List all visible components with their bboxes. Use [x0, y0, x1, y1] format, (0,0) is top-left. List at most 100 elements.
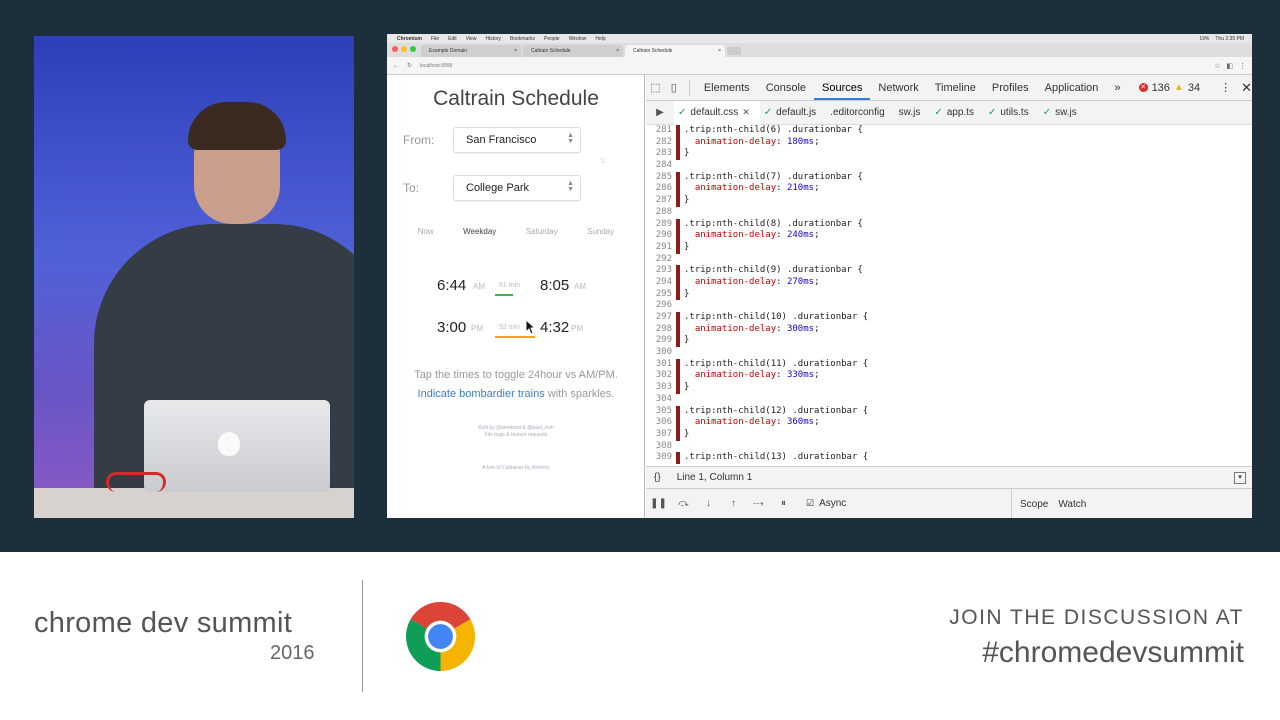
line-number[interactable]: 302: [646, 370, 676, 382]
code-line[interactable]: 307}: [646, 428, 1252, 441]
step-into-icon[interactable]: ↓: [696, 498, 721, 509]
kebab-icon[interactable]: ⋮: [1220, 81, 1231, 94]
code-line[interactable]: 288: [646, 207, 1252, 219]
line-number[interactable]: 298: [646, 324, 676, 336]
menubar-app-name[interactable]: Chromium: [397, 36, 422, 42]
fork-credit[interactable]: A fork of Caltrainer by Reiminy: [387, 465, 645, 472]
line-number[interactable]: 290: [646, 230, 676, 242]
arrive-time[interactable]: 4:32: [540, 319, 569, 336]
line-number[interactable]: 292: [646, 254, 676, 266]
line-number[interactable]: 297: [646, 312, 676, 324]
file-tab-sw-js[interactable]: sw.js: [895, 101, 931, 125]
line-number[interactable]: 299: [646, 335, 676, 347]
code-line[interactable]: 305 .trip:nth-child(12) .durationbar {: [646, 405, 1252, 418]
line-number[interactable]: 305: [646, 406, 676, 418]
file-tab-utils-ts[interactable]: ✓ utils.ts: [984, 101, 1039, 125]
navigator-toggle-icon[interactable]: ▶: [646, 107, 674, 118]
depart-time[interactable]: 6:44: [437, 277, 466, 294]
arrive-time[interactable]: 8:05: [540, 277, 569, 294]
code-line[interactable]: 303}: [646, 382, 1252, 394]
bookmark-star-icon[interactable]: ☆: [1214, 62, 1220, 70]
code-line[interactable]: 298 animation-delay: 300ms;: [646, 323, 1252, 336]
tab-now[interactable]: Now: [418, 227, 434, 236]
menubar-item-file[interactable]: File: [431, 36, 439, 42]
line-number[interactable]: 304: [646, 394, 676, 406]
code-line[interactable]: 286 animation-delay: 210ms;: [646, 183, 1252, 196]
code-line[interactable]: 283}: [646, 148, 1252, 161]
error-counter[interactable]: ✕ 136 ▲ 34: [1138, 82, 1200, 94]
menubar-item-people[interactable]: People: [544, 36, 560, 42]
line-number[interactable]: 294: [646, 277, 676, 289]
code-line[interactable]: 302 animation-delay: 330ms;: [646, 370, 1252, 383]
tab-network[interactable]: Network: [870, 82, 926, 94]
line-number[interactable]: 286: [646, 183, 676, 195]
code-line[interactable]: 300: [646, 347, 1252, 359]
code-line[interactable]: 309 .trip:nth-child(13) .durationbar {: [646, 452, 1252, 464]
line-number[interactable]: 308: [646, 441, 676, 453]
clock[interactable]: Thu 2:35 PM: [1215, 36, 1244, 42]
tab-saturday[interactable]: Saturday: [526, 227, 558, 236]
tab-close-icon[interactable]: ×: [718, 48, 721, 54]
code-line[interactable]: 304: [646, 394, 1252, 406]
file-tab-app-ts[interactable]: ✓ app.ts: [930, 101, 984, 125]
line-number[interactable]: 303: [646, 382, 676, 394]
pretty-print-button[interactable]: {}: [654, 472, 661, 483]
depart-time[interactable]: 3:00: [437, 319, 466, 336]
browser-tab[interactable]: Example Domain ×: [421, 45, 521, 57]
tab-sunday[interactable]: Sunday: [587, 227, 614, 236]
code-line[interactable]: 292: [646, 254, 1252, 266]
line-number[interactable]: 307: [646, 429, 676, 441]
deactivate-breakpoints-icon[interactable]: ⤏: [746, 498, 771, 509]
extension-icon[interactable]: ◧: [1226, 62, 1233, 70]
trip-row[interactable]: 3:00 PM 92 min 4:32 PM: [437, 319, 597, 341]
reload-icon[interactable]: ↻: [407, 62, 412, 69]
code-line[interactable]: 291}: [646, 241, 1252, 254]
code-line[interactable]: 287}: [646, 195, 1252, 207]
swap-icon[interactable]: ↑↓: [599, 155, 606, 165]
line-number[interactable]: 283: [646, 148, 676, 160]
to-select[interactable]: College Park ▲ ▼: [453, 175, 581, 201]
code-line[interactable]: 306 animation-delay: 360ms;: [646, 417, 1252, 429]
code-line[interactable]: 285 .trip:nth-child(7) .durationbar {: [646, 171, 1252, 184]
minimize-window-icon[interactable]: [401, 46, 407, 52]
pause-on-exceptions-icon[interactable]: ⏸: [771, 498, 796, 509]
step-over-icon[interactable]: ⤼: [671, 498, 696, 509]
code-line[interactable]: 284: [646, 160, 1252, 172]
from-select[interactable]: San Francisco ▲ ▼: [453, 127, 581, 153]
back-icon[interactable]: ←: [393, 63, 399, 69]
line-number[interactable]: 289: [646, 219, 676, 231]
code-line[interactable]: 308: [646, 441, 1252, 453]
more-tabs-icon[interactable]: »: [1106, 82, 1128, 94]
code-line[interactable]: 299}: [646, 335, 1252, 348]
file-tab-default-js[interactable]: ✓ default.js: [760, 101, 826, 125]
code-line[interactable]: 282 animation-delay: 180ms;: [646, 136, 1252, 149]
tab-profiles[interactable]: Profiles: [984, 82, 1037, 94]
menubar-item-help[interactable]: Help: [595, 36, 605, 42]
tab-sources[interactable]: Sources: [814, 76, 871, 100]
line-number[interactable]: 309: [646, 452, 676, 464]
async-checkbox[interactable]: ☑ Async: [806, 498, 846, 509]
line-number[interactable]: 287: [646, 195, 676, 207]
zoom-window-icon[interactable]: [410, 46, 416, 52]
trip-row[interactable]: 6:44 AM 81 min 8:05 AM: [437, 277, 597, 299]
code-line[interactable]: 294 animation-delay: 270ms;: [646, 276, 1252, 289]
close-window-icon[interactable]: [392, 46, 398, 52]
tab-close-icon[interactable]: ✕: [742, 107, 750, 118]
code-editor[interactable]: 281 .trip:nth-child(6) .durationbar {282 …: [646, 125, 1252, 466]
browser-tab[interactable]: Caltrain Schedule ×: [523, 45, 623, 57]
tab-timeline[interactable]: Timeline: [927, 82, 984, 94]
tab-scope[interactable]: Scope: [1020, 499, 1048, 510]
line-number[interactable]: 284: [646, 160, 676, 172]
line-number[interactable]: 282: [646, 137, 676, 149]
file-tab-sw-js-2[interactable]: ✓ sw.js: [1039, 101, 1087, 125]
browser-tab-active[interactable]: Caltrain Schedule ×: [625, 45, 725, 57]
file-tab-default-css[interactable]: ✓ default.css ✕: [674, 100, 760, 125]
tab-elements[interactable]: Elements: [696, 82, 758, 94]
line-number[interactable]: 291: [646, 242, 676, 254]
menubar-item-bookmarks[interactable]: Bookmarks: [510, 36, 535, 42]
menubar-item-view[interactable]: View: [466, 36, 477, 42]
close-icon[interactable]: ✕: [1241, 80, 1252, 96]
line-number[interactable]: 281: [646, 125, 676, 137]
new-tab-button[interactable]: [727, 47, 741, 55]
pause-icon[interactable]: ❚❚: [646, 498, 671, 509]
